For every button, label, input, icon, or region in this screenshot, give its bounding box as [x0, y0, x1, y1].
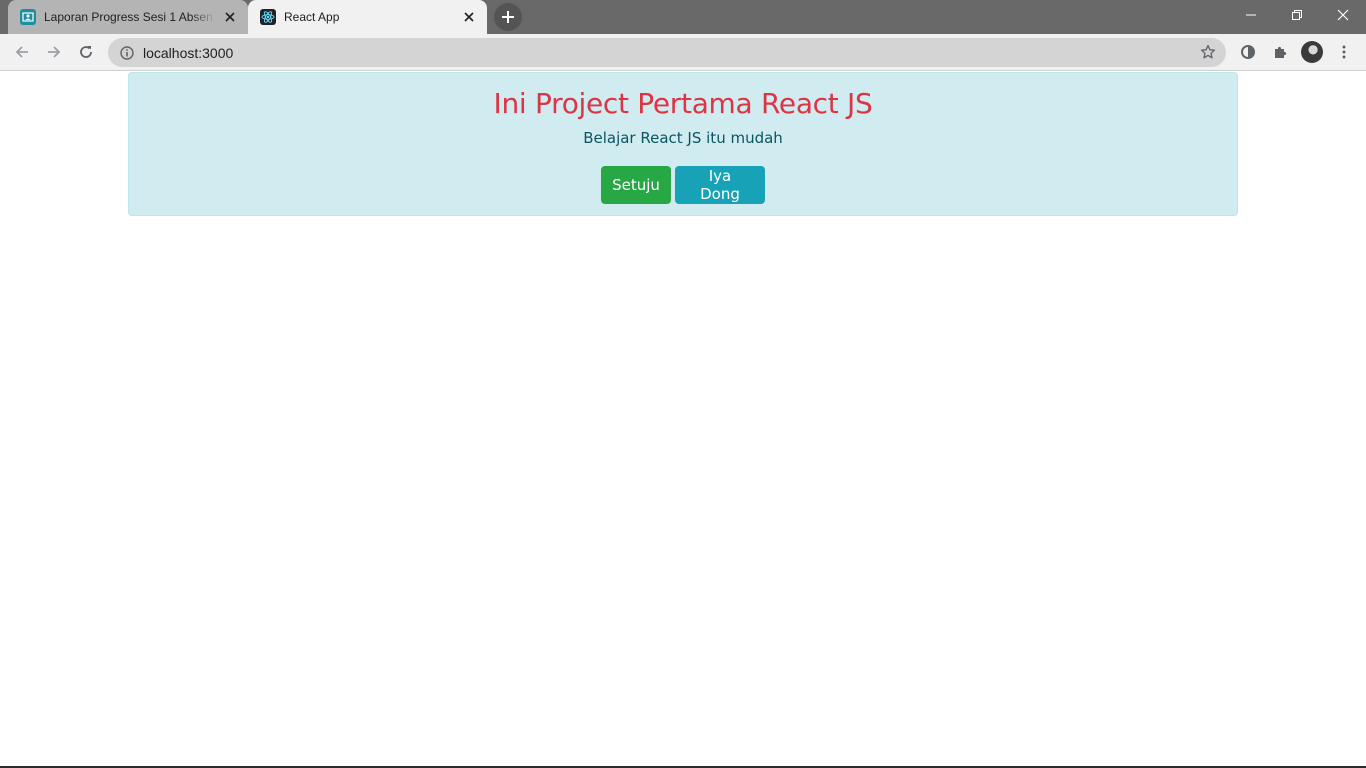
extension-button[interactable] [1234, 38, 1262, 66]
info-icon[interactable] [119, 45, 135, 61]
tab-strip: Laporan Progress Sesi 1 Absen 1- React A… [0, 0, 1366, 34]
puzzle-icon [1275, 46, 1287, 58]
circle-extension-icon [1241, 45, 1255, 59]
tab-react-app[interactable]: React App [248, 0, 487, 34]
restore-button[interactable] [1274, 0, 1320, 30]
page-title: Ini Project Pertama React JS [493, 87, 873, 120]
forward-button[interactable] [40, 38, 68, 66]
reload-button[interactable] [72, 38, 100, 66]
arrow-right-icon [48, 46, 61, 58]
alert-panel: Ini Project Pertama React JS Belajar Rea… [128, 72, 1238, 216]
close-tab-icon[interactable] [461, 9, 477, 25]
page-viewport: Ini Project Pertama React JS Belajar Rea… [0, 71, 1366, 768]
tab-title: React App [284, 10, 340, 24]
tab-title: Laporan Progress Sesi 1 Absen 1- [44, 10, 216, 24]
extensions-button[interactable] [1266, 38, 1294, 66]
classroom-icon [20, 9, 36, 25]
setuju-button[interactable]: Setuju [601, 166, 671, 204]
address-bar[interactable]: localhost:3000 [108, 38, 1226, 67]
close-window-button[interactable] [1320, 0, 1366, 30]
menu-button[interactable] [1330, 38, 1358, 66]
reload-icon [80, 46, 92, 58]
page-subtitle: Belajar React JS itu mudah [583, 129, 783, 147]
url-text: localhost:3000 [143, 44, 234, 61]
tab-laporan-progress[interactable]: Laporan Progress Sesi 1 Absen 1- [8, 0, 248, 34]
button-group: Setuju Iya Dong [129, 166, 1237, 204]
browser-toolbar: localhost:3000 [0, 34, 1366, 71]
close-tab-icon[interactable] [222, 9, 238, 25]
iya-dong-button[interactable]: Iya Dong [675, 166, 765, 204]
kebab-menu-icon [1342, 45, 1346, 59]
bookmark-star-icon[interactable] [1200, 44, 1216, 60]
plus-icon [502, 11, 514, 23]
minimize-button[interactable] [1228, 0, 1274, 30]
minimize-icon [1246, 14, 1256, 16]
react-icon [260, 9, 276, 25]
new-tab-button[interactable] [494, 3, 522, 31]
profile-avatar[interactable] [1301, 41, 1323, 63]
close-icon [1337, 9, 1349, 21]
arrow-left-icon [15, 46, 28, 58]
restore-icon [1292, 10, 1302, 20]
back-button[interactable] [8, 38, 36, 66]
